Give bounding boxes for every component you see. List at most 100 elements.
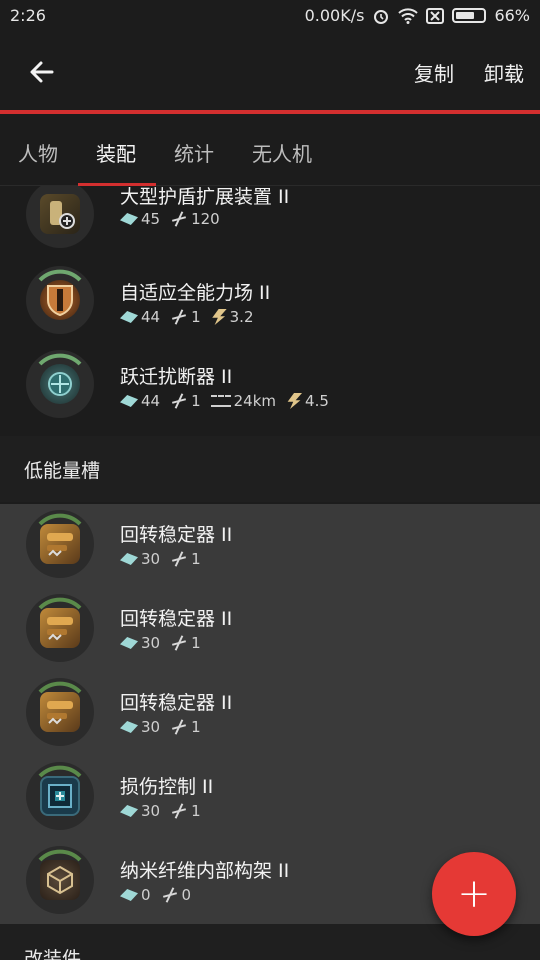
gyrostabilizer-icon xyxy=(40,524,80,564)
battery-level: 66% xyxy=(494,6,530,25)
cpu-stat: 44 xyxy=(120,308,160,326)
cpu-stat: 30 xyxy=(120,718,160,736)
module-icon xyxy=(26,678,94,746)
cpu-value: 45 xyxy=(141,210,161,228)
list-item[interactable]: 回转稳定器 II 30 1 xyxy=(0,672,540,756)
cpu-stat: 30 xyxy=(120,634,160,652)
module-icon xyxy=(26,266,94,334)
capacitor-stat: 4.5 xyxy=(286,392,329,410)
powergrid-stat: 1 xyxy=(170,802,201,820)
arrow-left-icon[interactable] xyxy=(24,54,60,90)
list-item[interactable]: 自适应全能力场 II 44 1 3.2 xyxy=(0,258,540,342)
cpu-value: 30 xyxy=(141,550,161,568)
cpu-icon xyxy=(120,721,138,733)
module-icon xyxy=(26,594,94,662)
tab-stats[interactable]: 统计 xyxy=(174,138,214,167)
network-speed: 0.00K/s xyxy=(304,6,365,25)
powergrid-stat: 0 xyxy=(161,886,192,904)
fitting-list: 大型护盾扩展装置 II 45 120 自适应全能力场 II 44 1 3.2 跃… xyxy=(0,186,540,960)
module-stats: 30 1 xyxy=(120,718,201,736)
cpu-icon xyxy=(120,553,138,565)
powergrid-value: 1 xyxy=(191,802,201,820)
cpu-icon xyxy=(120,889,138,901)
list-item[interactable]: 大型护盾扩展装置 II 45 120 xyxy=(0,186,540,258)
list-item[interactable]: 回转稳定器 II 30 1 xyxy=(0,504,540,588)
capacitor-stat: 3.2 xyxy=(211,308,254,326)
sim-off-icon xyxy=(426,7,445,24)
powergrid-value: 0 xyxy=(181,886,192,904)
capacitor-icon xyxy=(212,309,227,325)
powergrid-value: 1 xyxy=(191,392,201,410)
module-stats: 44 1 24km 4.5 xyxy=(120,392,329,410)
cpu-value: 0 xyxy=(141,886,151,904)
section-title: 改装件 xyxy=(24,948,82,960)
copy-button[interactable]: 复制 xyxy=(414,58,454,87)
tab-drones[interactable]: 无人机 xyxy=(252,138,312,167)
app-bar: 复制 卸载 xyxy=(0,32,540,112)
cpu-stat: 45 xyxy=(120,210,160,228)
cpu-value: 44 xyxy=(141,308,161,326)
gyrostabilizer-icon xyxy=(40,692,80,732)
module-name: 回转稳定器 II xyxy=(120,524,233,546)
module-name: 自适应全能力场 II xyxy=(120,282,271,304)
section-title: 低能量槽 xyxy=(24,460,101,482)
module-name: 损伤控制 II xyxy=(120,776,214,798)
unload-button[interactable]: 卸载 xyxy=(484,58,524,87)
cpu-icon xyxy=(120,805,138,817)
powergrid-icon xyxy=(170,803,188,819)
adaptive-field-icon xyxy=(40,280,80,320)
powergrid-icon xyxy=(170,635,188,651)
range-stat: 24km xyxy=(210,392,276,410)
module-stats: 45 120 xyxy=(120,210,220,228)
cpu-stat: 30 xyxy=(120,802,160,820)
cpu-value: 30 xyxy=(141,634,161,652)
module-icon xyxy=(26,762,94,830)
module-icon xyxy=(26,186,94,248)
battery-icon xyxy=(452,8,487,23)
status-bar: 2:26 0.00K/s 66% xyxy=(0,0,540,32)
wifi-icon xyxy=(398,7,419,24)
list-item[interactable]: 跃迁扰断器 II 44 1 24km 4.5 xyxy=(0,342,540,426)
powergrid-stat: 1 xyxy=(170,718,201,736)
tab-bar: 人物 装配 统计 无人机 xyxy=(0,114,540,186)
cpu-value: 30 xyxy=(141,718,161,736)
powergrid-stat: 120 xyxy=(170,210,220,228)
cpu-stat: 44 xyxy=(120,392,160,410)
module-name: 跃迁扰断器 II xyxy=(120,366,233,388)
tab-character[interactable]: 人物 xyxy=(18,138,58,167)
powergrid-icon xyxy=(170,719,188,735)
powergrid-value: 1 xyxy=(191,718,201,736)
gyrostabilizer-icon xyxy=(40,608,80,648)
warp-disruptor-icon xyxy=(40,364,80,404)
capacitor-value: 4.5 xyxy=(305,392,329,410)
module-name: 大型护盾扩展装置 II xyxy=(120,186,290,208)
module-name: 纳米纤维内部构架 II xyxy=(120,860,290,882)
powergrid-stat: 1 xyxy=(170,392,201,410)
module-name: 回转稳定器 II xyxy=(120,608,233,630)
powergrid-value: 120 xyxy=(191,210,220,228)
powergrid-value: 1 xyxy=(191,308,201,326)
powergrid-stat: 1 xyxy=(170,550,201,568)
nanofiber-structure-icon xyxy=(40,860,80,900)
list-item[interactable]: 回转稳定器 II 30 1 xyxy=(0,588,540,672)
module-stats: 44 1 3.2 xyxy=(120,308,254,326)
alarm-icon xyxy=(374,9,389,24)
cpu-stat: 30 xyxy=(120,550,160,568)
cpu-stat: 0 xyxy=(120,886,151,904)
module-stats: 30 1 xyxy=(120,550,201,568)
powergrid-stat: 1 xyxy=(170,308,201,326)
module-stats: 30 1 xyxy=(120,802,201,820)
list-item[interactable]: 损伤控制 II 30 1 xyxy=(0,756,540,840)
module-icon xyxy=(26,846,94,914)
add-module-button[interactable]: + xyxy=(432,852,516,936)
section-header-low-slots: 低能量槽 xyxy=(0,436,540,502)
shield-extender-icon xyxy=(40,194,80,234)
powergrid-icon xyxy=(170,309,188,325)
cpu-icon xyxy=(120,311,138,323)
cpu-value: 44 xyxy=(141,392,161,410)
cpu-icon xyxy=(120,213,138,225)
tab-fitting[interactable]: 装配 xyxy=(96,138,136,167)
powergrid-value: 1 xyxy=(191,550,201,568)
app-bar-actions: 复制 卸载 xyxy=(414,58,524,87)
powergrid-icon xyxy=(161,887,179,903)
